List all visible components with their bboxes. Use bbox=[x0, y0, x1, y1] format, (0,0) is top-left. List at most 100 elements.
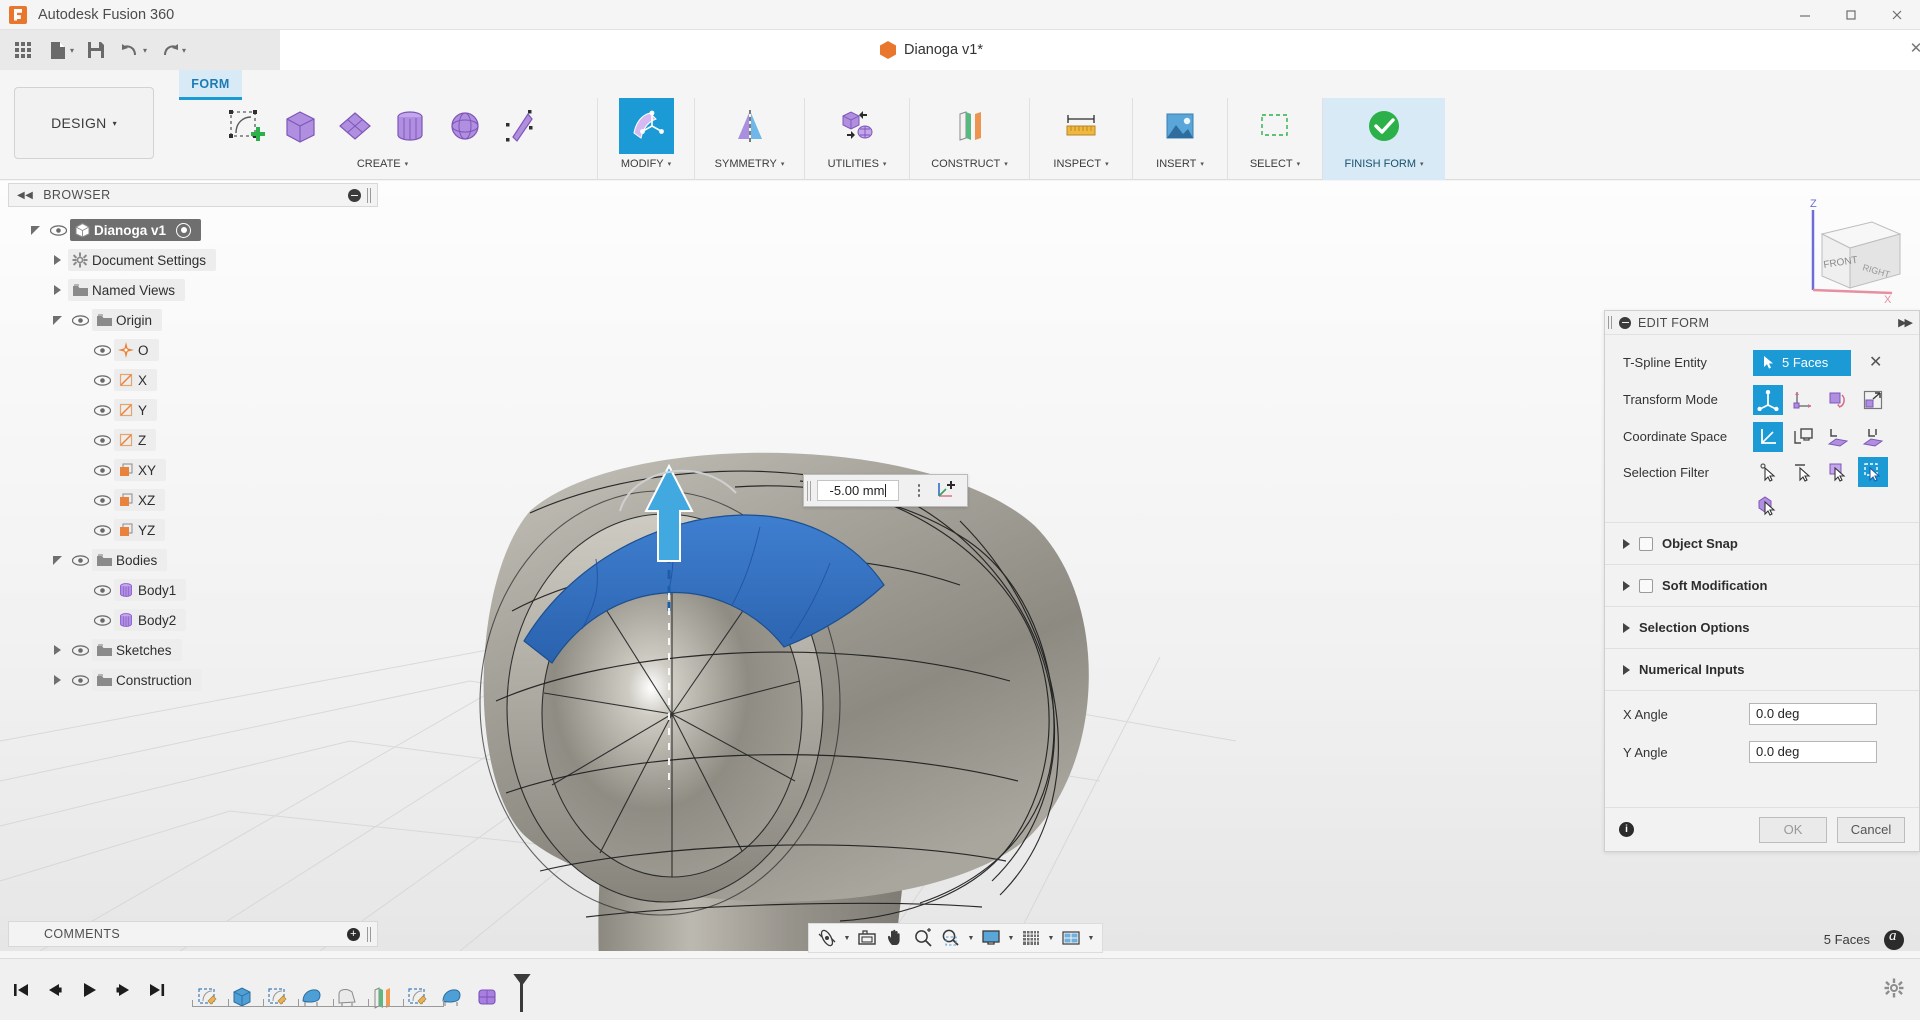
minimize-window-button[interactable] bbox=[1782, 0, 1828, 30]
ribbon-group-label-symmetry[interactable]: SYMMETRY ▾ bbox=[715, 154, 785, 174]
filter-window-icon[interactable] bbox=[1858, 457, 1888, 487]
ribbon-group-label-utilities[interactable]: UTILITIES ▾ bbox=[828, 154, 887, 174]
tree-item-bodies[interactable]: Bodies bbox=[8, 545, 378, 575]
ribbon-group-label-inspect[interactable]: INSPECT ▾ bbox=[1053, 154, 1108, 174]
tree-item-document-settings[interactable]: Document Settings bbox=[8, 245, 378, 275]
tree-item-plane-yz[interactable]: YZ bbox=[8, 515, 378, 545]
sphere-primitive-icon[interactable] bbox=[438, 98, 493, 154]
expander-closed-icon[interactable] bbox=[1623, 581, 1630, 591]
visibility-eye-icon[interactable] bbox=[90, 375, 114, 386]
visibility-eye-icon[interactable] bbox=[68, 645, 92, 656]
select-window-icon[interactable] bbox=[1248, 98, 1303, 154]
soft-modification-checkbox[interactable] bbox=[1639, 579, 1653, 593]
move-axis-icon[interactable] bbox=[935, 478, 957, 503]
visibility-eye-icon[interactable] bbox=[68, 315, 92, 326]
create-sketch-icon[interactable] bbox=[218, 98, 273, 154]
minimize-icon[interactable] bbox=[348, 189, 361, 202]
app-grid-icon[interactable] bbox=[6, 33, 40, 67]
tree-item-body1[interactable]: Body1 bbox=[8, 575, 378, 605]
expander-closed-icon[interactable] bbox=[46, 285, 68, 295]
measure-icon[interactable] bbox=[1054, 98, 1109, 154]
local-space-icon[interactable] bbox=[1823, 422, 1853, 452]
ribbon-group-label-select[interactable]: SELECT ▾ bbox=[1250, 154, 1300, 174]
tree-item-origin-point[interactable]: O bbox=[8, 335, 378, 365]
panel-header[interactable]: EDIT FORM ▶▶ bbox=[1605, 311, 1919, 335]
tree-item-dianoga[interactable]: Dianoga v1 bbox=[8, 215, 378, 245]
tree-item-axis-x[interactable]: X bbox=[8, 365, 378, 395]
finish-form-icon[interactable] bbox=[1357, 98, 1412, 154]
document-tab[interactable]: Dianoga v1* bbox=[280, 30, 983, 70]
transform-rotate-icon[interactable] bbox=[1823, 385, 1853, 415]
tree-item-plane-xy[interactable]: XY bbox=[8, 455, 378, 485]
distance-input[interactable]: -5.00 mm bbox=[817, 480, 899, 501]
ribbon-group-label-create[interactable]: CREATE ▾ bbox=[357, 154, 408, 174]
close-window-button[interactable] bbox=[1874, 0, 1920, 30]
drag-grip-icon[interactable] bbox=[1608, 316, 1613, 329]
play-icon[interactable] bbox=[78, 978, 100, 1002]
mirror-internal-icon[interactable] bbox=[722, 98, 777, 154]
visibility-eye-icon[interactable] bbox=[90, 345, 114, 356]
expander-open-icon[interactable] bbox=[24, 226, 46, 235]
insert-canvas-icon[interactable] bbox=[1153, 98, 1208, 154]
more-options-icon[interactable] bbox=[911, 484, 927, 497]
drag-grip-icon[interactable] bbox=[367, 188, 373, 203]
timeline-track[interactable] bbox=[192, 1000, 444, 1007]
cylinder-primitive-icon[interactable] bbox=[383, 98, 438, 154]
object-snap-checkbox[interactable] bbox=[1639, 537, 1653, 551]
section-soft-modification[interactable]: Soft Modification bbox=[1605, 564, 1919, 606]
minimize-icon[interactable] bbox=[1619, 317, 1631, 329]
visibility-eye-icon[interactable] bbox=[90, 525, 114, 536]
world-space-icon[interactable] bbox=[1753, 422, 1783, 452]
visibility-eye-icon[interactable] bbox=[68, 675, 92, 686]
extrude-feature-icon[interactable] bbox=[227, 982, 257, 1012]
new-file-button[interactable]: ▾ bbox=[40, 33, 79, 67]
drag-grip-icon[interactable] bbox=[807, 481, 813, 501]
edit-form-icon[interactable] bbox=[619, 98, 674, 154]
section-object-snap[interactable]: Object Snap bbox=[1605, 522, 1919, 564]
section-numerical-inputs[interactable]: Numerical Inputs bbox=[1605, 648, 1919, 690]
tree-item-origin[interactable]: Origin bbox=[8, 305, 378, 335]
visibility-eye-icon[interactable] bbox=[46, 225, 70, 236]
tree-item-axis-z[interactable]: Z bbox=[8, 425, 378, 455]
transform-translate-icon[interactable] bbox=[1788, 385, 1818, 415]
visibility-eye-icon[interactable] bbox=[68, 555, 92, 566]
sketch-feature-icon[interactable] bbox=[192, 982, 222, 1012]
tree-item-named-views[interactable]: Named Views bbox=[8, 275, 378, 305]
ok-button[interactable]: OK bbox=[1759, 817, 1827, 843]
x-angle-input[interactable]: 0.0 deg bbox=[1749, 703, 1877, 725]
expand-right-icon[interactable]: ▶▶ bbox=[1898, 316, 1911, 329]
collapse-left-icon[interactable]: ◀◀ bbox=[17, 190, 33, 201]
visibility-eye-icon[interactable] bbox=[90, 495, 114, 506]
timeline-marker[interactable] bbox=[513, 970, 531, 1012]
expander-closed-icon[interactable] bbox=[46, 645, 68, 655]
step-back-icon[interactable] bbox=[44, 978, 66, 1002]
expander-closed-icon[interactable] bbox=[1623, 665, 1630, 675]
expander-closed-icon[interactable] bbox=[1623, 539, 1630, 549]
transform-scale-icon[interactable] bbox=[1858, 385, 1888, 415]
step-forward-icon[interactable] bbox=[112, 978, 134, 1002]
box-primitive-icon[interactable] bbox=[273, 98, 328, 154]
convert-icon[interactable] bbox=[830, 98, 885, 154]
tree-item-plane-xz[interactable]: XZ bbox=[8, 485, 378, 515]
sketch-feature-icon[interactable] bbox=[402, 982, 432, 1012]
redo-button[interactable]: ▾ bbox=[152, 33, 191, 67]
offset-plane-feature-icon[interactable] bbox=[367, 982, 397, 1012]
activate-component-radio[interactable] bbox=[176, 223, 191, 238]
view-space-icon[interactable] bbox=[1788, 422, 1818, 452]
revolve-feature-icon[interactable] bbox=[437, 982, 467, 1012]
expander-closed-icon[interactable] bbox=[46, 675, 68, 685]
close-document-tab-button[interactable]: ✕ bbox=[1908, 42, 1920, 58]
expander-open-icon[interactable] bbox=[46, 556, 68, 565]
go-to-end-icon[interactable] bbox=[146, 978, 168, 1002]
tab-form[interactable]: FORM bbox=[179, 70, 242, 98]
expander-closed-icon[interactable] bbox=[1623, 623, 1630, 633]
cancel-button[interactable]: Cancel bbox=[1837, 817, 1905, 843]
transform-all-icon[interactable] bbox=[1753, 385, 1783, 415]
save-icon[interactable] bbox=[79, 33, 113, 67]
go-to-beginning-icon[interactable] bbox=[10, 978, 32, 1002]
loft-feature-icon[interactable] bbox=[332, 982, 362, 1012]
sketch-feature-icon[interactable] bbox=[262, 982, 292, 1012]
revolve-feature-icon[interactable] bbox=[297, 982, 327, 1012]
clear-selection-button[interactable]: ✕ bbox=[1869, 355, 1882, 371]
ribbon-group-label-finish-form[interactable]: FINISH FORM ▾ bbox=[1344, 154, 1423, 174]
